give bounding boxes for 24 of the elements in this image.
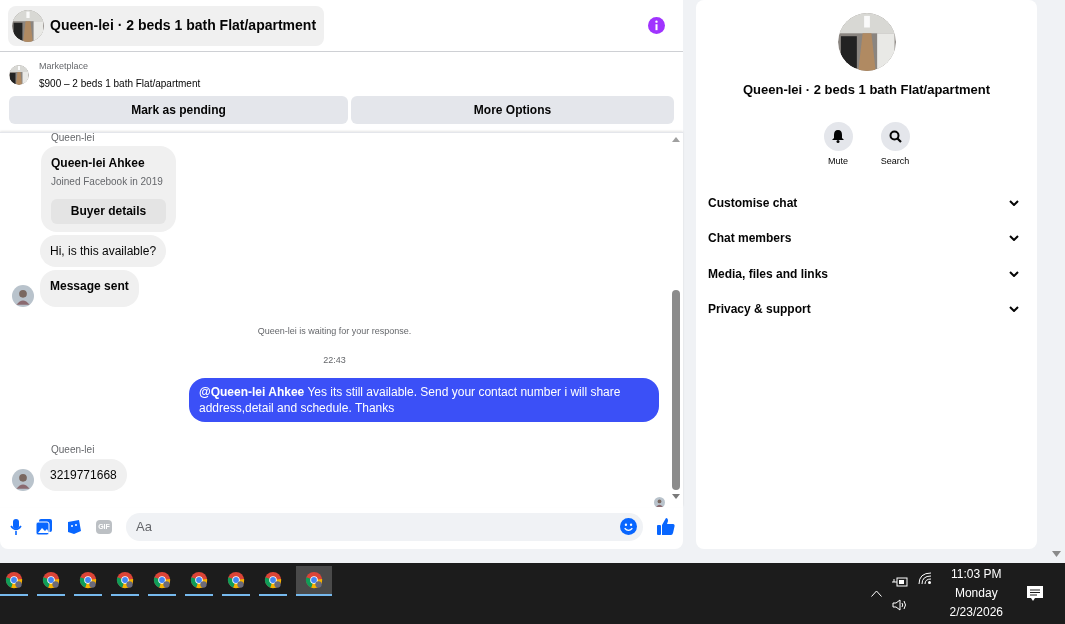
message-bubble: Message sent: [40, 269, 139, 307]
section-row[interactable]: Media, files and links: [708, 257, 1025, 291]
section-row[interactable]: Customise chat: [708, 186, 1025, 220]
timestamp: 22:43: [323, 354, 346, 367]
message-field[interactable]: Aa: [126, 512, 643, 541]
clock[interactable]: 11:03 PM Monday 2/23/2026: [941, 565, 1011, 622]
buyer-details-button[interactable]: Buyer details: [51, 198, 166, 224]
section-row[interactable]: Privacy & support: [708, 292, 1025, 326]
profile-subtitle: Joined Facebook in 2019: [51, 174, 164, 189]
message-bubble: 3219771668: [40, 458, 127, 491]
listing-label: Marketplace: [39, 60, 90, 73]
message-input[interactable]: Aa: [136, 516, 620, 537]
chat-title-button[interactable]: Queen-lei · 2 beds 1 bath Flat/apartment: [8, 5, 325, 46]
conversation-title: Queen-lei · 2 beds 1 bath Flat/apartment: [742, 81, 991, 99]
sender-name: Queen-lei: [51, 131, 96, 144]
section-row[interactable]: Chat members: [708, 221, 1025, 255]
action-button[interactable]: More Options: [351, 95, 674, 124]
action-button[interactable]: Mark as pending: [9, 95, 348, 124]
listing-title: $900 – 2 beds 1 bath Flat/apartment: [39, 76, 201, 91]
message-bubble: Hi, is this available?: [40, 234, 167, 267]
message-bubble: @Queen-lei Ahkee Yes its still available. Send your contact number i will share address,detail and schedule. Thanks: [189, 377, 659, 422]
sender-name: Queen-lei: [51, 443, 96, 456]
profile-name: Queen-lei Ahkee: [51, 154, 146, 172]
status-text: Queen-lei is waiting for your response.: [257, 324, 412, 338]
